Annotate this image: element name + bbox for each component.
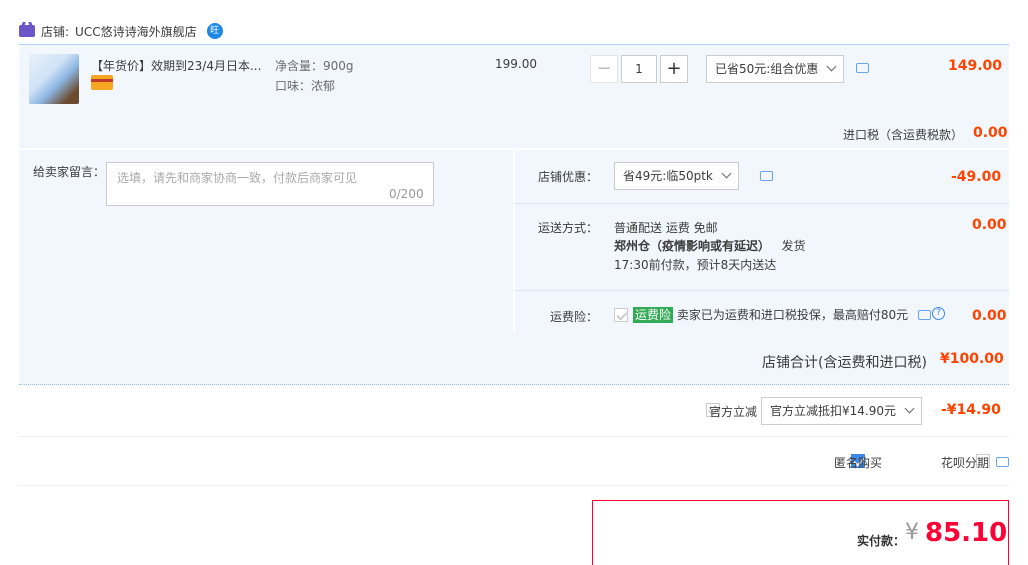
insurance-checkbox[interactable] [614, 308, 628, 322]
unit-price: 199.00 [495, 57, 537, 71]
shop-label: 店铺: [41, 24, 70, 39]
increase-button[interactable]: + [660, 55, 688, 83]
official-discount-select[interactable]: 官方立减抵扣¥14.90元 [761, 397, 922, 425]
message-placeholder: 选填，请先和商家协商一致，付款后商家可见 [117, 171, 358, 185]
item-subtotal: 149.00 [948, 58, 1003, 74]
divider [19, 436, 1009, 437]
shop-discount-label: 店铺优惠： [538, 170, 599, 184]
shipping-ship-text: 发货 [781, 239, 806, 253]
quantity-input[interactable]: 1 [621, 55, 657, 83]
message-textarea[interactable]: 选填，请先和商家协商一致，付款后商家可见 [106, 162, 434, 206]
shipping-warehouse: 郑州仓（疫情影响或有延迟） 发货 [614, 237, 805, 254]
official-discount-value: -¥14.90 [941, 402, 1001, 418]
chat-icon[interactable] [760, 171, 773, 181]
chat-icon[interactable] [918, 310, 931, 320]
wangwang-icon[interactable]: 旺 [206, 23, 223, 39]
decrease-button[interactable]: − [590, 55, 618, 83]
shop-discount-option: 省49元:临50ptk [623, 169, 713, 183]
shop-header: 店铺: UCC悠诗诗海外旗舰店 旺 [19, 20, 223, 42]
shop-discount-value: -49.00 [951, 169, 1002, 185]
message-counter: 0/200 [389, 187, 424, 201]
anonymous-label[interactable]: 匿名购买 [834, 454, 882, 471]
official-discount-option: 官方立减抵扣¥14.90元 [770, 404, 896, 418]
payment-label: 实付款： [857, 534, 906, 548]
payment-currency: ¥ [905, 520, 919, 545]
product-title[interactable]: 【年货价】效期到23/4月日本... [91, 57, 263, 74]
help-icon[interactable]: ? [932, 307, 945, 320]
chevron-down-icon [826, 61, 837, 72]
shipping-label: 运送方式： [538, 221, 599, 235]
insurance-text: 卖家已为运费和进口税投保，最高赔付80元 [676, 308, 909, 322]
quantity-stepper: − 1 + [590, 55, 688, 83]
official-discount-label: 官方立减 [709, 405, 758, 419]
insurance-tag: 运费险 [633, 307, 674, 323]
warehouse-name: 郑州仓（疫情影响或有延迟） [614, 239, 771, 253]
card-icon [91, 75, 113, 90]
shop-icon [19, 25, 35, 37]
divider [515, 290, 1009, 291]
payment-amount: 85.10 [925, 518, 1008, 548]
insurance-line: 运费险 卖家已为运费和进口税投保，最高赔付80元 [633, 306, 908, 323]
insurance-label: 运费险： [550, 310, 599, 324]
shipping-method: 普通配送 运费 免邮 [614, 221, 718, 235]
sku-flavor: 口味：浓郁 [275, 79, 336, 93]
divider [19, 485, 1009, 486]
product-thumbnail[interactable] [29, 54, 79, 104]
chat-icon[interactable] [996, 457, 1009, 467]
shop-total-label: 店铺合计(含运费和进口税) [762, 355, 927, 371]
shop-total-value: ¥100.00 [940, 351, 1004, 367]
shipping-value: 0.00 [972, 217, 1007, 233]
sku-net-weight: 净含量：900g [275, 59, 354, 73]
message-label: 给卖家留言： [33, 165, 106, 179]
shipping-eta: 17:30前付款，预计8天内送达 [614, 258, 777, 272]
divider [515, 203, 1009, 204]
chevron-down-icon [904, 403, 915, 414]
shop-discount-select[interactable]: 省49元:临50ptk [614, 162, 739, 190]
chevron-down-icon [721, 168, 732, 179]
item-discount-select[interactable]: 已省50元:组合优惠 [706, 55, 845, 83]
import-tax-label: 进口税（含运费税款） [843, 128, 964, 142]
huabei-label[interactable]: 花呗分期 [941, 454, 989, 471]
import-tax-value: 0.00 [973, 125, 1008, 141]
insurance-value: 0.00 [972, 308, 1007, 324]
item-discount-label: 已省50元:组合优惠 [715, 62, 819, 76]
shop-name[interactable]: UCC悠诗诗海外旗舰店 [75, 23, 197, 40]
chat-icon[interactable] [856, 63, 869, 73]
